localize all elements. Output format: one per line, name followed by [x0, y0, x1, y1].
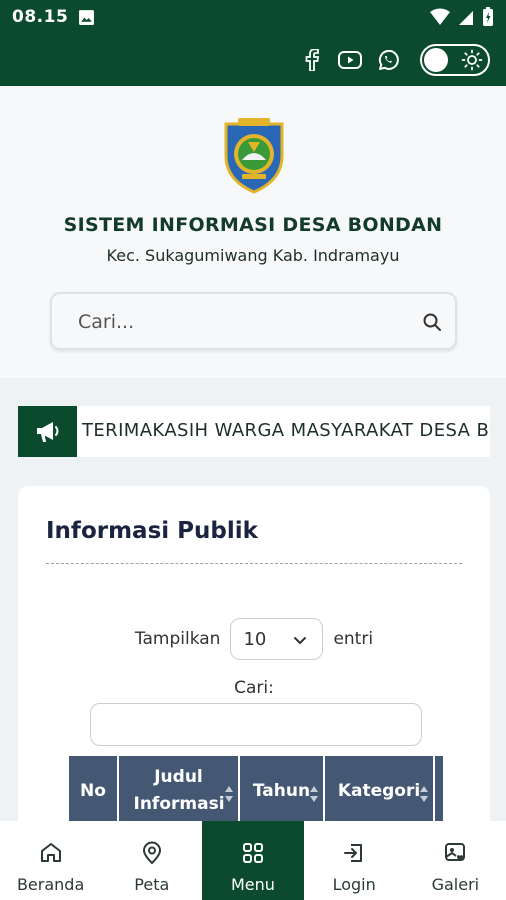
nav-login[interactable]: Login: [304, 821, 405, 900]
sun-icon: [461, 49, 483, 71]
map-pin-icon: [142, 841, 161, 864]
column-label: No: [80, 780, 106, 801]
status-bar: 08.15: [0, 0, 506, 34]
announcement-text: TERIMAKASIH WARGA MASYARAKAT DESA BONDAN: [82, 420, 490, 441]
filter-label: Cari:: [234, 678, 274, 698]
column-header-title[interactable]: Judul Informasi: [119, 756, 240, 826]
site-subtitle: Kec. Sukagumiwang Kab. Indramayu: [106, 246, 400, 265]
site-search-input[interactable]: [78, 306, 398, 338]
column-label: Judul Informasi: [133, 767, 225, 814]
column-header-extra: [435, 756, 443, 826]
login-icon: [344, 844, 363, 862]
column-header-category[interactable]: Kategori: [325, 756, 435, 826]
toggle-knob: [424, 48, 448, 72]
whatsapp-icon[interactable]: [376, 48, 400, 72]
signal-icon: [459, 11, 473, 25]
nav-label: Beranda: [16, 875, 85, 894]
nav-galeri[interactable]: Galeri: [405, 821, 506, 900]
nav-label: Peta: [134, 875, 170, 894]
nav-peta[interactable]: Peta: [101, 821, 202, 900]
sort-icon: [420, 786, 428, 802]
facebook-icon[interactable]: [300, 48, 324, 72]
table-header: No Judul Informasi Tahun Kategori: [69, 756, 443, 826]
sort-icon: [225, 786, 233, 802]
entries-select-value: 10: [243, 628, 267, 650]
card-divider: [46, 563, 462, 564]
wifi-icon: [430, 8, 450, 25]
site-title: SISTEM INFORMASI DESA BONDAN: [63, 214, 443, 236]
nav-label: Galeri: [431, 875, 480, 894]
site-search: [50, 292, 457, 350]
top-bar: [0, 34, 506, 86]
table-filter-input[interactable]: [90, 703, 422, 746]
grid-icon: [242, 843, 263, 863]
column-header-year[interactable]: Tahun: [240, 756, 325, 826]
theme-toggle[interactable]: [420, 44, 490, 76]
youtube-icon[interactable]: [338, 48, 362, 72]
nav-beranda[interactable]: Beranda: [0, 821, 101, 900]
image-notification-icon: [79, 9, 95, 25]
site-header: SISTEM INFORMASI DESA BONDAN Kec. Sukagu…: [0, 86, 506, 378]
announcement-bar: TERIMAKASIH WARGA MASYARAKAT DESA BONDAN: [18, 406, 490, 457]
nav-label: Menu: [231, 875, 275, 894]
battery-icon: [483, 7, 493, 26]
length-suffix: entri: [333, 629, 374, 649]
status-time: 08.15: [12, 7, 69, 27]
column-header-no[interactable]: No: [69, 756, 119, 826]
nav-menu[interactable]: Menu: [202, 821, 304, 900]
nav-label: Login: [332, 875, 376, 894]
chevron-down-icon: [294, 637, 307, 644]
entries-length-control: Tampilkan 10 entri: [18, 618, 490, 660]
search-icon[interactable]: [419, 309, 445, 335]
length-prefix: Tampilkan: [134, 629, 221, 649]
card-title: Informasi Publik: [46, 518, 258, 544]
bottom-navigation: Beranda Peta Menu Login Galeri: [0, 821, 506, 900]
home-icon: [40, 843, 61, 862]
megaphone-icon: [18, 406, 77, 457]
village-emblem-logo: [224, 118, 284, 194]
sort-icon: [310, 786, 318, 802]
column-label: Tahun: [252, 780, 311, 801]
column-label: Kategori: [337, 780, 421, 801]
entries-select[interactable]: 10: [230, 618, 324, 660]
gallery-icon: [445, 843, 466, 861]
